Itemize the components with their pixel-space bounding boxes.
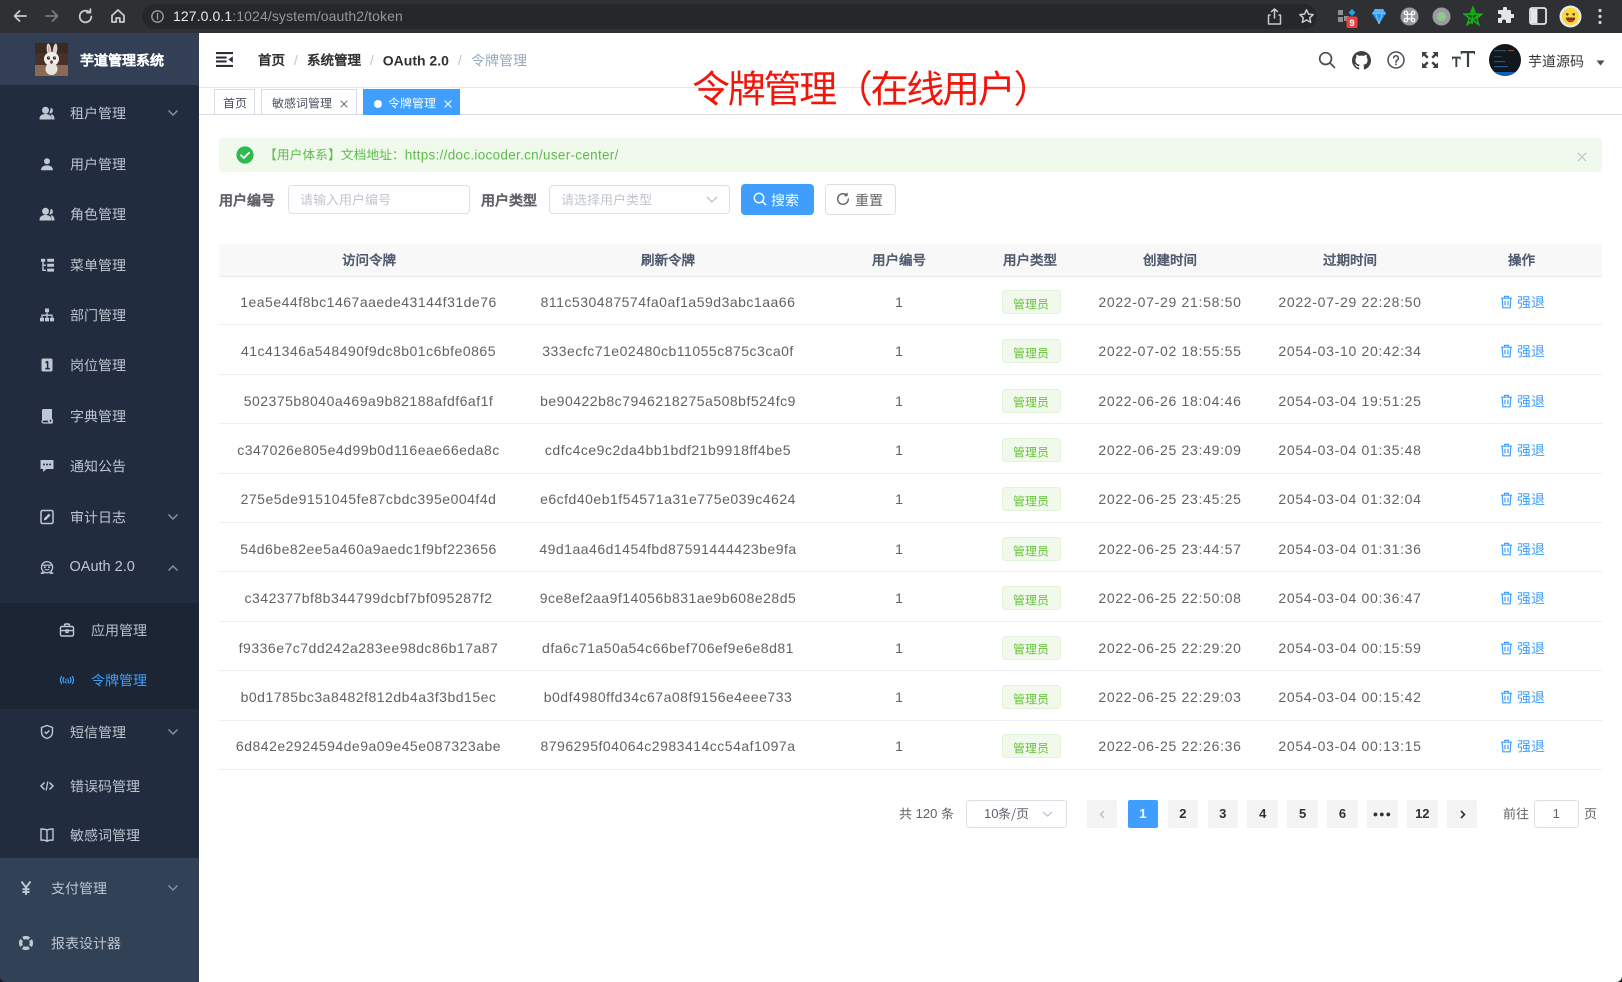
svg-text:9: 9 [1349,18,1354,28]
svg-text:a: a [64,675,69,685]
